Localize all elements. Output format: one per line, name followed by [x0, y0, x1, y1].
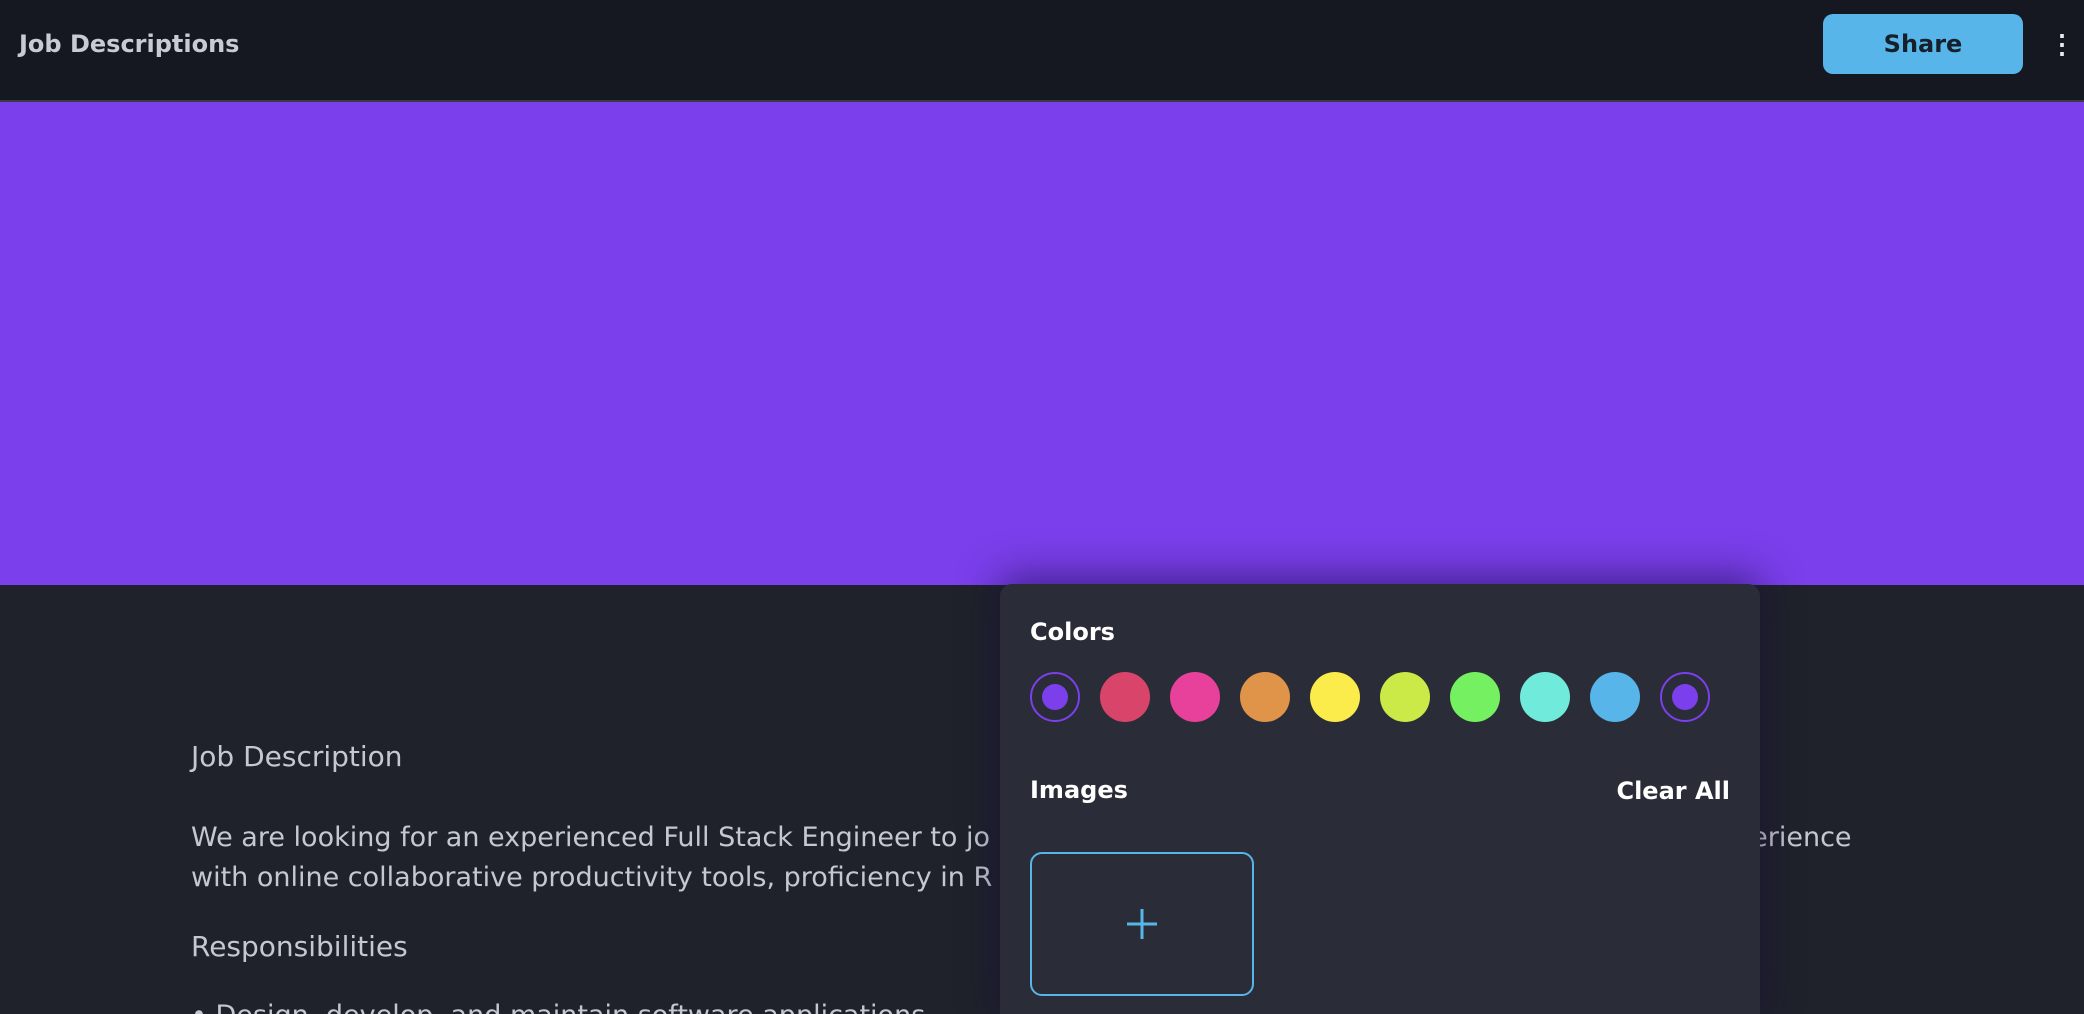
paragraph-line-2: with online collaborative productivity t… — [191, 862, 993, 893]
share-button[interactable]: Share — [1823, 14, 2023, 74]
color-swatch-pink[interactable] — [1170, 672, 1220, 722]
color-swatch-red[interactable] — [1100, 672, 1150, 722]
color-swatch-yellow[interactable] — [1310, 672, 1360, 722]
color-swatch-violet[interactable] — [1660, 672, 1710, 722]
add-image-button[interactable] — [1030, 852, 1254, 996]
cover-banner[interactable] — [0, 102, 2084, 585]
clear-all-button[interactable]: Clear All — [1600, 774, 1730, 808]
color-swatch-row — [1030, 672, 1730, 724]
images-label: Images — [1030, 776, 1128, 804]
document-title: Job Descriptions — [19, 30, 240, 58]
top-bar: Job Descriptions Share ⋮ — [0, 0, 2084, 102]
selected-indicator — [1042, 684, 1068, 710]
section-heading-responsibilities: Responsibilities — [191, 930, 408, 963]
colors-label: Colors — [1030, 618, 1115, 646]
selected-indicator — [1672, 684, 1698, 710]
color-swatch-orange[interactable] — [1240, 672, 1290, 722]
color-swatch-blue[interactable] — [1590, 672, 1640, 722]
more-options-button[interactable]: ⋮ — [2049, 22, 2075, 66]
color-swatch-purple[interactable] — [1030, 672, 1080, 722]
color-swatch-teal[interactable] — [1520, 672, 1570, 722]
plus-icon — [1127, 909, 1157, 939]
paragraph-line-1: We are looking for an experienced Full S… — [191, 822, 991, 853]
section-heading-job-description: Job Description — [191, 740, 403, 773]
cover-picker-popover: Colors Images Clear All — [1000, 584, 1760, 1014]
app: Job Descriptions Share ⋮ Job Description… — [0, 0, 2084, 1014]
vertical-ellipsis-icon: ⋮ — [2049, 28, 2075, 59]
color-swatch-green[interactable] — [1450, 672, 1500, 722]
list-item: • Design, develop, and maintain software… — [191, 1000, 925, 1014]
color-swatch-lime[interactable] — [1380, 672, 1430, 722]
